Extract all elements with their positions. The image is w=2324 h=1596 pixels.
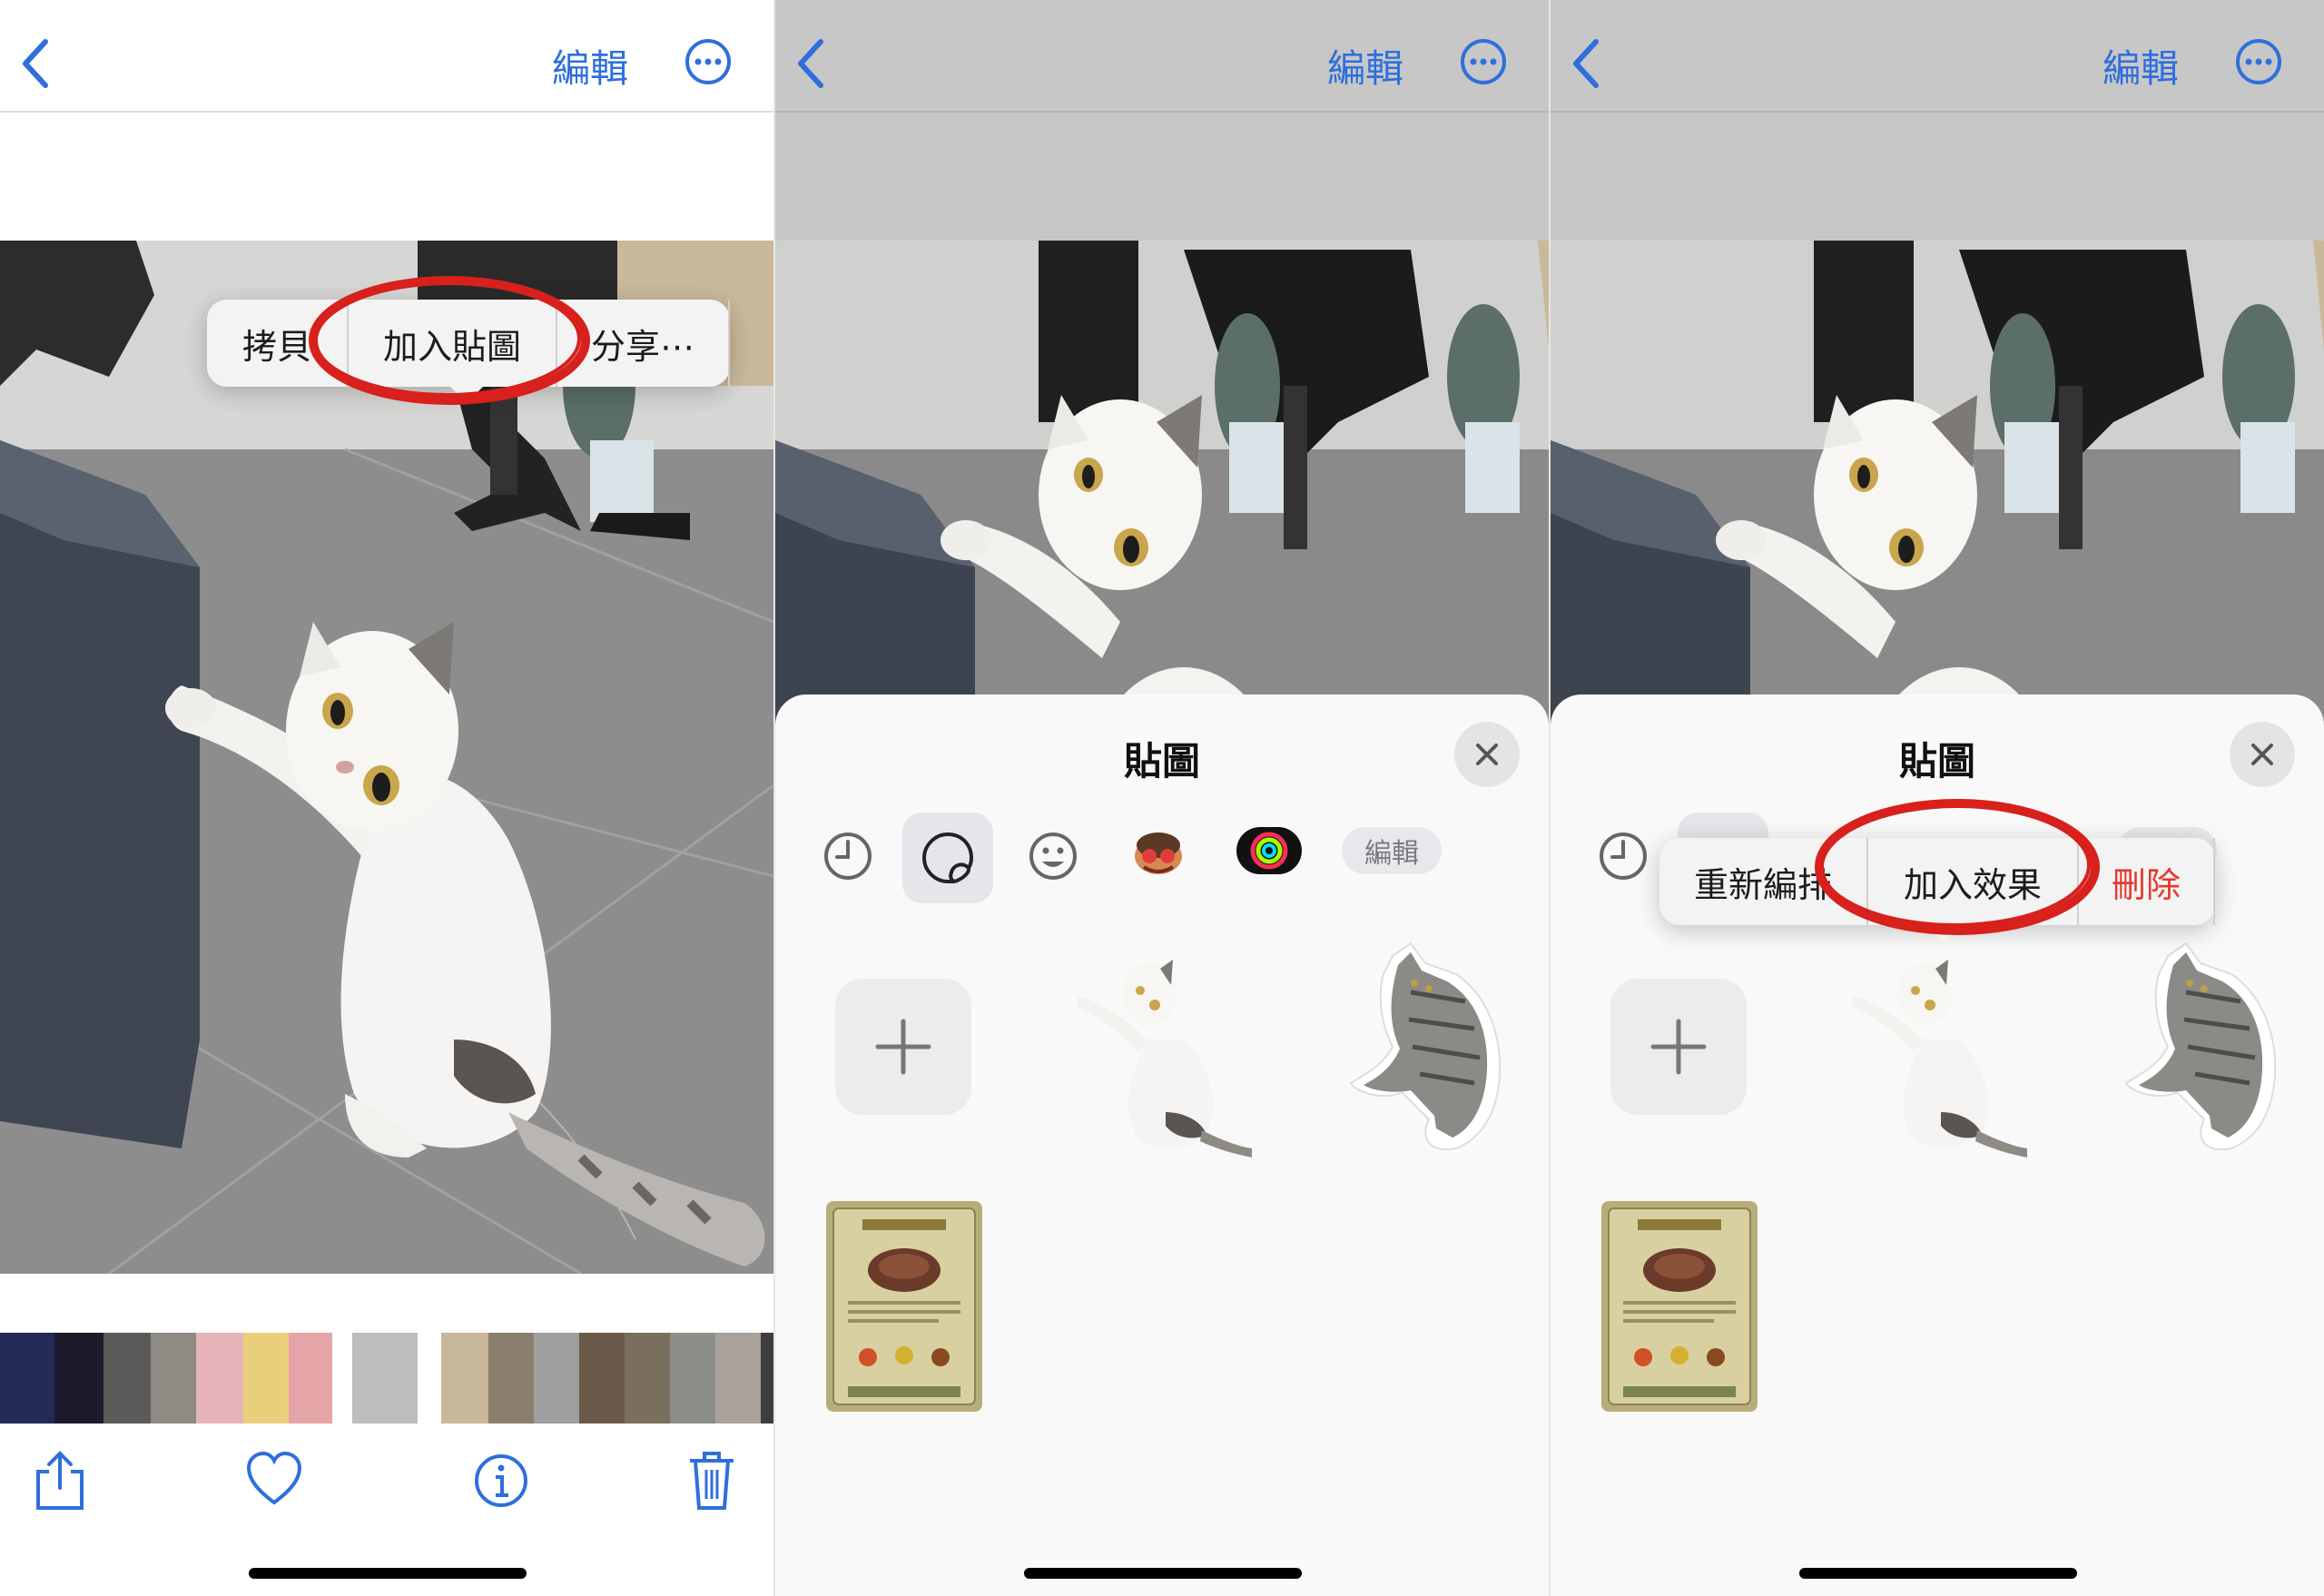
highlight-circle [309,276,590,405]
game-card-sticker[interactable] [826,1201,982,1412]
memoji-icon[interactable] [1126,820,1191,885]
ellipsis-circle-icon[interactable] [684,38,732,85]
activity-rings-icon[interactable] [1236,827,1302,874]
cat-sticker-white[interactable] [1066,940,1256,1158]
thumbnail[interactable] [441,1333,488,1424]
smiley-icon[interactable] [1020,823,1086,889]
photo-viewer-panel: 編輯 拷貝 加入貼圖 分享⋯ [0,0,773,1596]
chevron-left-icon[interactable] [18,36,54,91]
thumbnail[interactable] [670,1333,715,1424]
photo-top-margin [1551,113,2324,241]
plus-icon [1650,1019,1707,1075]
thumbnail-current[interactable] [352,1333,418,1424]
thumbnail[interactable] [579,1333,625,1424]
thumbnail[interactable] [289,1333,332,1424]
thumbnail[interactable] [488,1333,534,1424]
heart-icon[interactable] [245,1448,303,1512]
ellipsis-circle-icon[interactable] [1460,38,1507,85]
thumbnail[interactable] [625,1333,670,1424]
clock-icon[interactable] [1590,823,1656,889]
close-icon [1476,744,1498,765]
thumbnail[interactable] [534,1333,579,1424]
ellipsis-circle-icon[interactable] [2235,38,2282,85]
close-button[interactable] [2230,722,2295,787]
share-icon[interactable] [31,1448,89,1512]
trash-icon[interactable] [683,1448,741,1512]
sheet-title: 貼圖 [1898,739,1975,783]
thumbnail[interactable] [761,1333,773,1424]
close-icon [2251,744,2273,765]
sticker-peel-icon[interactable] [915,825,980,891]
thumbnail[interactable] [243,1333,289,1424]
add-sticker-button[interactable] [1610,979,1747,1115]
sticker-sheet: 貼圖 編輯 [775,695,1549,1596]
edit-button[interactable]: 編輯 [552,38,628,94]
highlight-circle [1815,799,2100,935]
cat-sticker-white[interactable] [1841,940,2032,1158]
home-indicator [1024,1568,1302,1579]
photo-top-margin [0,113,773,241]
thumbnail[interactable] [196,1333,243,1424]
home-indicator [1799,1568,2077,1579]
sticker-drawer-menu-panel: 編輯 貼圖 重新編排 加入效果 刪除 [1551,0,2324,1596]
sticker-drawer-panel: 編輯 貼圖 編輯 [775,0,1549,1596]
thumbnail-strip[interactable] [0,1333,773,1424]
thumbnail[interactable] [715,1333,761,1424]
chevron-left-icon[interactable] [1569,36,1605,91]
cat-sticker-tabby[interactable] [2113,938,2291,1154]
thumbnail[interactable] [0,1333,54,1424]
add-sticker-button[interactable] [835,979,971,1115]
plus-icon [875,1019,931,1075]
edit-button[interactable]: 編輯 [2102,38,2179,94]
sheet-title: 貼圖 [1123,739,1200,783]
edit-button[interactable]: 編輯 [1327,38,1403,94]
nav-bar: 編輯 [1551,0,2324,113]
close-button[interactable] [1454,722,1520,787]
nav-bar: 編輯 [0,0,773,113]
info-icon[interactable] [472,1448,530,1512]
game-card-sticker[interactable] [1601,1201,1758,1412]
thumbnail[interactable] [151,1333,196,1424]
chevron-left-icon[interactable] [793,36,830,91]
thumbnail[interactable] [103,1333,151,1424]
home-indicator [249,1568,527,1579]
clock-icon[interactable] [815,823,881,889]
thumbnail[interactable] [54,1333,103,1424]
edit-stickers-tab[interactable]: 編輯 [1342,827,1442,874]
photo-top-margin [775,113,1549,241]
nav-bar: 編輯 [775,0,1549,113]
cat-sticker-tabby[interactable] [1338,938,1516,1154]
